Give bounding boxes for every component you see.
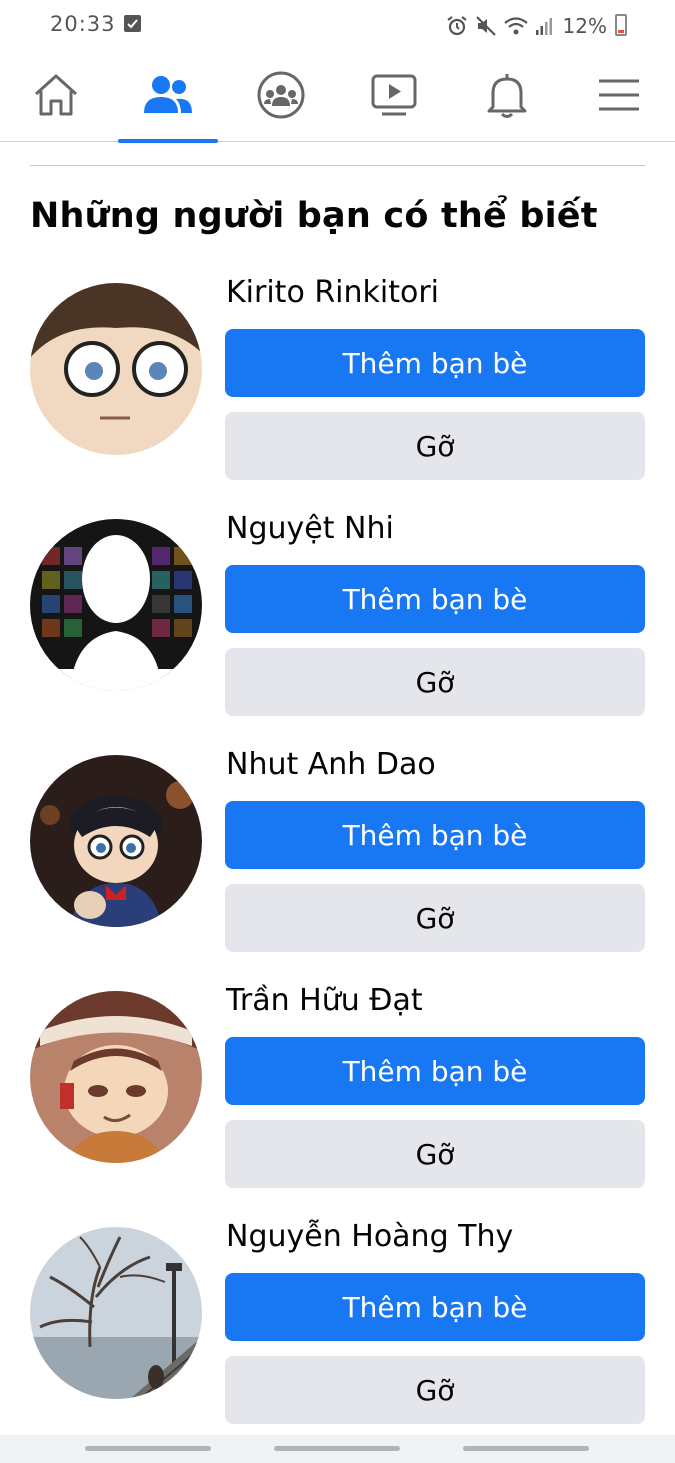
- gesture-handle[interactable]: [85, 1446, 211, 1451]
- avatar[interactable]: [30, 519, 202, 691]
- friend-suggestion-card: Nhut Anh Dao Thêm bạn bè Gỡ: [30, 747, 645, 957]
- alarm-icon: [445, 14, 469, 38]
- add-friend-button[interactable]: Thêm bạn bè: [225, 1273, 645, 1341]
- gesture-handle[interactable]: [274, 1446, 400, 1451]
- top-nav: [0, 52, 675, 143]
- person-name[interactable]: Kirito Rinkitori: [226, 275, 439, 310]
- notification-check-icon: [124, 15, 141, 32]
- add-friend-button[interactable]: Thêm bạn bè: [225, 565, 645, 633]
- avatar[interactable]: [30, 755, 202, 927]
- add-friend-button[interactable]: Thêm bạn bè: [225, 329, 645, 397]
- battery-percent: 12%: [562, 14, 607, 38]
- nav-friends[interactable]: [112, 52, 224, 143]
- nav-groups[interactable]: [225, 52, 337, 142]
- avatar[interactable]: [30, 1227, 202, 1399]
- remove-button[interactable]: Gỡ: [225, 1120, 645, 1188]
- remove-button[interactable]: Gỡ: [225, 412, 645, 480]
- mute-icon: [475, 15, 497, 37]
- friends-icon: [142, 75, 194, 119]
- wifi-icon: [503, 15, 529, 37]
- friend-suggestion-card: Nguyệt Nhi Thêm bạn bè Gỡ: [30, 511, 645, 721]
- friend-suggestion-card: Nguyễn Hoàng Thy Thêm bạn bè Gỡ: [30, 1219, 645, 1429]
- person-name[interactable]: Nguyệt Nhi: [226, 511, 394, 546]
- status-bar: 20:33 12%: [0, 0, 675, 52]
- avatar[interactable]: [30, 991, 202, 1163]
- nav-watch[interactable]: [338, 52, 450, 142]
- friend-suggestion-card: Trần Hữu Đạt Thêm bạn bè Gỡ: [30, 983, 645, 1193]
- nav-notifications[interactable]: [451, 52, 563, 142]
- gesture-handle[interactable]: [463, 1446, 589, 1451]
- menu-icon: [598, 78, 640, 116]
- person-name[interactable]: Nhut Anh Dao: [226, 747, 436, 782]
- status-time: 20:33: [50, 12, 116, 36]
- remove-button[interactable]: Gỡ: [225, 648, 645, 716]
- section-title: Những người bạn có thể biết: [30, 196, 598, 236]
- bell-icon: [485, 71, 529, 123]
- watch-icon: [370, 73, 418, 121]
- person-name[interactable]: Trần Hữu Đạt: [226, 983, 423, 1018]
- add-friend-button[interactable]: Thêm bạn bè: [225, 1037, 645, 1105]
- home-icon: [32, 72, 80, 122]
- person-name[interactable]: Nguyễn Hoàng Thy: [226, 1219, 513, 1254]
- add-friend-button[interactable]: Thêm bạn bè: [225, 801, 645, 869]
- signal-icon: [535, 16, 553, 36]
- groups-icon: [256, 70, 306, 124]
- remove-button[interactable]: Gỡ: [225, 1356, 645, 1424]
- remove-button[interactable]: Gỡ: [225, 884, 645, 952]
- status-icons: 12%: [445, 12, 607, 40]
- friend-suggestion-card: Kirito Rinkitori Thêm bạn bè Gỡ: [30, 275, 645, 485]
- battery-icon: [615, 14, 627, 36]
- nav-menu[interactable]: [563, 52, 675, 142]
- system-gesture-bar: [0, 1435, 675, 1463]
- avatar[interactable]: [30, 283, 202, 455]
- nav-home[interactable]: [0, 52, 112, 142]
- divider: [30, 165, 645, 166]
